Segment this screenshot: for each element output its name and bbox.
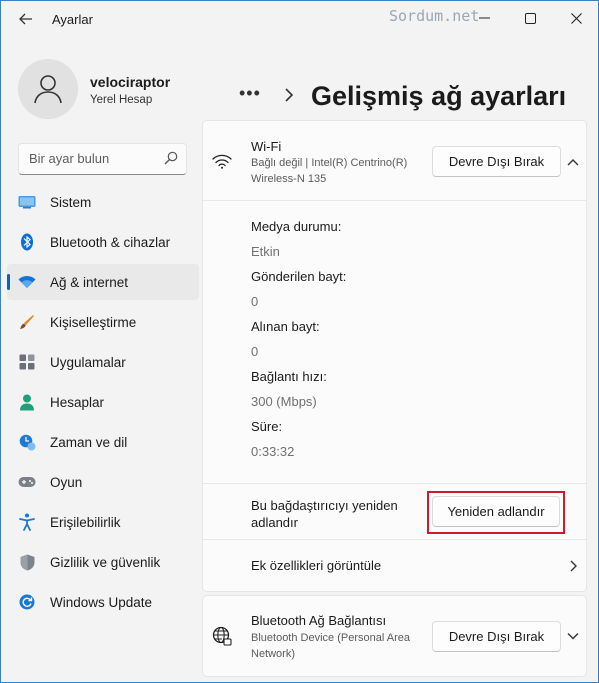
accessibility-icon: [18, 513, 36, 531]
rename-button[interactable]: Yeniden adlandır: [432, 496, 560, 527]
sidebar-item-personalization[interactable]: Kişiselleştirme: [7, 304, 199, 340]
sidebar-item-label: Zaman ve dil: [50, 434, 128, 450]
sidebar-item-label: Windows Update: [50, 594, 153, 610]
globe-network-icon: [211, 626, 233, 646]
close-button[interactable]: [553, 5, 599, 31]
sidebar-item-bluetooth[interactable]: Bluetooth & cihazlar: [7, 224, 199, 260]
search-box[interactable]: [18, 143, 187, 175]
property-label: Gönderilen bayt:: [251, 269, 347, 284]
back-arrow-icon: [19, 13, 32, 25]
breadcrumb-more-button[interactable]: •••: [239, 83, 261, 104]
person-icon: [18, 394, 36, 410]
app-title: Ayarlar: [52, 12, 93, 27]
search-input[interactable]: [29, 144, 159, 172]
sidebar-item-windows-update[interactable]: Windows Update: [7, 584, 199, 620]
bluetooth-icon: [18, 233, 36, 251]
wifi-adapter-description: Bağlı değil | Intel(R) Centrino(R) Wirel…: [251, 157, 408, 185]
avatar[interactable]: [18, 59, 78, 119]
sidebar-item-apps[interactable]: Uygulamalar: [7, 344, 199, 380]
wifi-icon: [18, 274, 36, 290]
clock-globe-icon: [18, 434, 36, 450]
minimize-button[interactable]: [461, 5, 507, 31]
wifi-adapter-card: Wi-Fi Bağlı değil | Intel(R) Centrino(R)…: [202, 120, 587, 592]
sidebar-item-network[interactable]: Ağ & internet: [7, 264, 199, 300]
gamepad-icon: [18, 474, 36, 490]
sidebar-item-label: Erişilebilirlik: [50, 514, 121, 530]
sidebar-item-label: Uygulamalar: [50, 354, 126, 370]
sidebar-item-label: Ağ & internet: [50, 274, 129, 290]
sidebar-item-label: Sistem: [50, 194, 92, 210]
sidebar-item-label: Hesaplar: [50, 394, 105, 410]
monitor-icon: [18, 194, 36, 210]
shield-icon: [18, 554, 36, 570]
bluetooth-adapter-card[interactable]: Bluetooth Ağ Bağlantısı Bluetooth Device…: [202, 595, 587, 677]
sidebar-item-label: Gizlilik ve güvenlik: [50, 554, 161, 570]
sidebar-item-accessibility[interactable]: Erişilebilirlik: [7, 504, 199, 540]
sidebar-item-sistem[interactable]: Sistem: [7, 184, 199, 220]
bluetooth-adapter-name: Bluetooth Ağ Bağlantısı: [251, 613, 387, 628]
wifi-disable-button[interactable]: Devre Dışı Bırak: [432, 146, 561, 177]
sidebar-item-label: Bluetooth & cihazlar: [50, 234, 171, 250]
property-value: 300 (Mbps): [251, 394, 317, 409]
property-label: Süre:: [251, 419, 283, 434]
property-label: Bağlantı hızı:: [251, 369, 327, 384]
profile-name: velociraptor: [90, 74, 171, 90]
bluetooth-adapter-description: Bluetooth Device (Personal Area Network): [251, 632, 410, 660]
sidebar-item-privacy[interactable]: Gizlilik ve güvenlik: [7, 544, 199, 580]
sidebar-item-accounts[interactable]: Hesaplar: [7, 384, 199, 420]
person-icon: [34, 75, 62, 104]
minimize-icon: [478, 17, 490, 19]
sidebar-item-gaming[interactable]: Oyun: [7, 464, 199, 500]
sidebar-nav: Sistem Bluetooth & cihazlar Ağ & interne…: [7, 184, 199, 624]
property-value: Etkin: [251, 244, 280, 259]
sidebar-item-label: Oyun: [50, 474, 83, 490]
sidebar-item-time-language[interactable]: Zaman ve dil: [7, 424, 199, 460]
bluetooth-disable-button[interactable]: Devre Dışı Bırak: [432, 621, 561, 652]
chevron-up-icon[interactable]: [566, 155, 580, 169]
property-label: Alınan bayt:: [251, 319, 320, 334]
rename-adapter-row: Bu bağdaştırıcıyı yeniden adlandır Yenid…: [203, 483, 586, 540]
chevron-down-icon[interactable]: [566, 629, 580, 643]
search-icon[interactable]: [164, 151, 178, 165]
rename-adapter-text: Bu bağdaştırıcıyı yeniden adlandır: [251, 498, 398, 530]
wifi-icon: [211, 151, 233, 171]
back-button[interactable]: [13, 9, 39, 29]
wifi-adapter-header[interactable]: Wi-Fi Bağlı değil | Intel(R) Centrino(R)…: [203, 121, 586, 201]
wifi-properties: Medya durumu: Etkin Gönderilen bayt: 0 A…: [251, 219, 451, 469]
sidebar-item-label: Kişiselleştirme: [50, 314, 137, 330]
brush-icon: [18, 314, 36, 330]
chevron-right-icon: [285, 88, 294, 102]
page-title: Gelişmiş ağ ayarları: [311, 81, 567, 111]
property-label: Medya durumu:: [251, 219, 342, 234]
apps-icon: [18, 354, 36, 370]
title-bar: Ayarlar Sordum.net: [1, 1, 598, 35]
chevron-right-icon: [570, 560, 577, 572]
maximize-button[interactable]: [507, 5, 553, 31]
profile-account-type: Yerel Hesap: [90, 94, 153, 106]
property-value: 0: [251, 294, 259, 309]
property-value: 0: [251, 344, 259, 359]
wifi-adapter-name: Wi-Fi: [251, 139, 282, 154]
maximize-icon: [524, 12, 536, 24]
property-value: 0:33:32: [251, 444, 295, 459]
update-icon: [18, 594, 36, 610]
close-icon: [570, 12, 582, 24]
more-properties-text: Ek özellikleri görüntüle: [251, 558, 382, 573]
more-properties-row[interactable]: Ek özellikleri görüntüle: [203, 540, 586, 592]
